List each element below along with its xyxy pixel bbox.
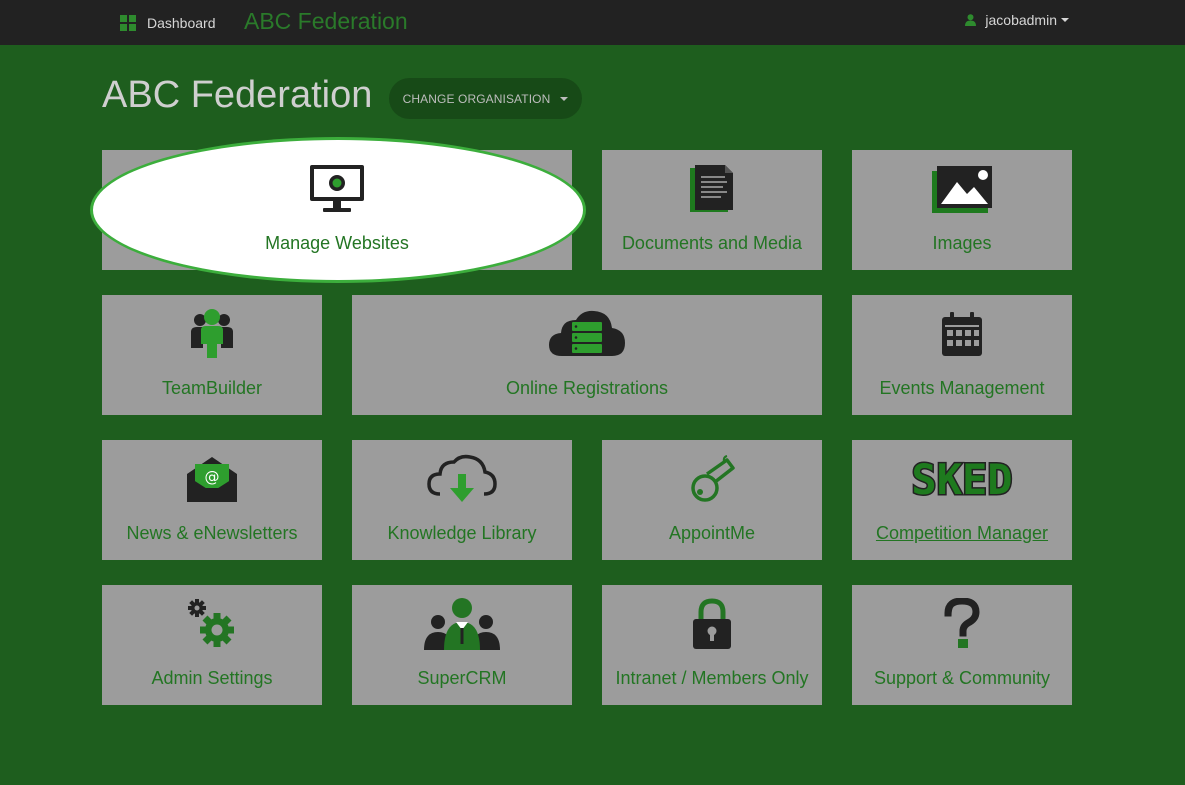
tile-images[interactable]: Images [852, 150, 1072, 270]
tile-label: Documents and Media [621, 233, 803, 253]
tile-intranet-members-only[interactable]: Intranet / Members Only [602, 585, 822, 705]
username: jacobadmin [985, 12, 1057, 28]
envelope-icon: @ [102, 453, 322, 505]
navbar-brand[interactable]: ABC Federation [244, 0, 408, 45]
tile-label: Intranet / Members Only [615, 668, 809, 688]
tile-teambuilder[interactable]: TeamBuilder [102, 295, 322, 415]
people-icon [352, 598, 572, 650]
sked-logo-text: SKED [911, 456, 1012, 502]
sked-logo: SKED [852, 453, 1072, 505]
question-icon [852, 598, 1072, 650]
tile-label: Events Management [879, 378, 1045, 398]
gears-icon [102, 598, 322, 650]
chevron-down-icon [560, 96, 569, 101]
tile-label: Support & Community [873, 668, 1051, 688]
tile-manage-websites[interactable]: Manage Websites [102, 150, 572, 270]
tile-label: TeamBuilder [161, 378, 263, 398]
svg-text:@: @ [205, 468, 220, 486]
tile-label: Manage Websites [265, 233, 409, 253]
change-organisation-button[interactable]: CHANGE ORGANISATION [389, 78, 582, 119]
cloud-server-icon [352, 308, 822, 360]
tile-label: AppointMe [668, 523, 756, 543]
calendar-icon [852, 308, 1072, 360]
tile-competition-manager[interactable]: SKED Competition Manager [852, 440, 1072, 560]
tile-label: News & eNewsletters [126, 523, 298, 543]
tile-appointme[interactable]: AppointMe [602, 440, 822, 560]
tile-events-management[interactable]: Events Management [852, 295, 1072, 415]
tile-label: Admin Settings [151, 668, 273, 688]
tile-label: Online Registrations [505, 378, 669, 398]
user-icon [965, 14, 977, 26]
user-menu[interactable]: jacobadmin [965, 0, 1069, 40]
tile-label: Competition Manager [875, 523, 1049, 543]
tile-label: Knowledge Library [387, 523, 537, 543]
lock-icon [602, 598, 822, 650]
tile-admin-settings[interactable]: Admin Settings [102, 585, 322, 705]
document-icon [602, 163, 822, 215]
tile-supercrm[interactable]: SuperCRM [352, 585, 572, 705]
dashboard-nav-link[interactable]: Dashboard [120, 0, 216, 45]
image-icon [852, 163, 1072, 215]
top-navbar: Dashboard ABC Federation jacobadmin [0, 0, 1185, 45]
dashboard-grid-icon [120, 14, 136, 31]
change-organisation-label: CHANGE ORGANISATION [402, 91, 551, 106]
team-icon [102, 308, 322, 360]
chevron-down-icon [1061, 18, 1069, 22]
tile-online-registrations[interactable]: Online Registrations [352, 295, 822, 415]
tile-knowledge-library[interactable]: Knowledge Library [352, 440, 572, 560]
page-title: ABC Federation [102, 74, 373, 116]
tile-label: Images [932, 233, 992, 253]
tile-news-enewsletters[interactable]: @ News & eNewsletters [102, 440, 322, 560]
tile-support-community[interactable]: Support & Community [852, 585, 1072, 705]
tile-label: SuperCRM [417, 668, 507, 688]
tile-documents-and-media[interactable]: Documents and Media [602, 150, 822, 270]
whistle-icon [602, 453, 822, 505]
monitor-icon [102, 163, 572, 215]
cloud-download-icon [352, 453, 572, 505]
dashboard-label: Dashboard [147, 14, 216, 31]
